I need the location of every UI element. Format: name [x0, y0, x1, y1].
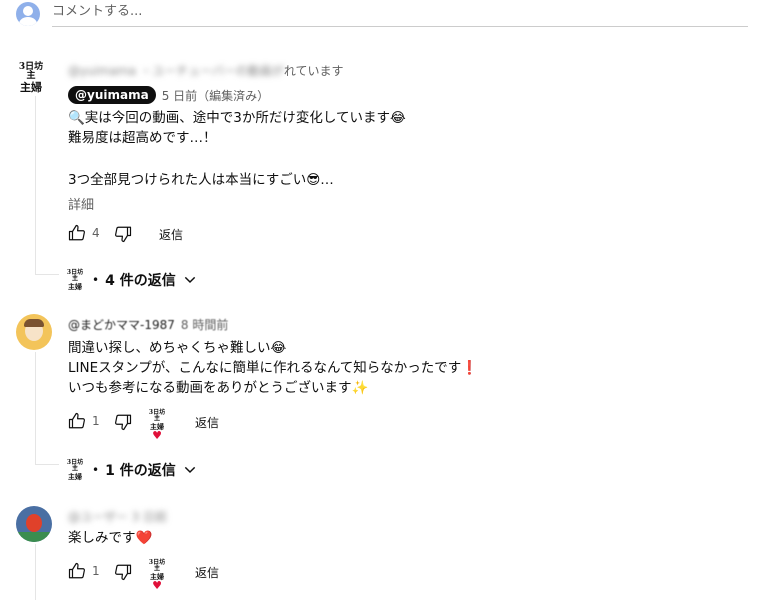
- thread-line: [35, 352, 36, 464]
- user-avatar: [16, 2, 40, 26]
- chevron-down-icon: [184, 276, 195, 284]
- reply-button[interactable]: 返信: [195, 414, 219, 431]
- comment-text-line: 難易度は超高めです…！: [68, 130, 217, 146]
- thumb-up-icon: [68, 412, 85, 429]
- reply-button[interactable]: 返信: [195, 564, 219, 581]
- thumb-down-icon: [115, 414, 132, 431]
- like-count: 4: [92, 226, 100, 240]
- thumb-down-icon: [115, 226, 132, 243]
- dislike-button[interactable]: [114, 563, 132, 581]
- like-count: 1: [92, 564, 100, 578]
- comment-time[interactable]: 8 時間前: [181, 316, 228, 333]
- author-handle[interactable]: @yuimama: [68, 86, 156, 104]
- creator-heart-badge: 3日坊主 主婦♥: [148, 559, 166, 592]
- like-button[interactable]: [68, 224, 86, 242]
- thumb-up-icon: [68, 224, 85, 241]
- comment-text-line: 3つ全部見つけられた人は本当にすごい😎…: [68, 172, 334, 188]
- comment-text-line: LINEスタンプが、こんなに簡単に作れるなんて知らなかったです❗: [68, 360, 479, 376]
- thumb-down-icon: [115, 564, 132, 581]
- heart-icon: ♥: [152, 428, 162, 442]
- comment-text-line: 🔍実は今回の動画、途中で3か所だけ変化しています😂: [68, 110, 406, 126]
- commenter-avatar[interactable]: [16, 314, 52, 350]
- comment-time[interactable]: 5 日前（編集済み）: [162, 87, 269, 104]
- comment-text-line: いつも参考になる動画をありがとうございます✨: [68, 380, 369, 396]
- heart-icon: ♥: [152, 578, 162, 592]
- obscured-author[interactable]: @ユーザー 3 日前: [68, 508, 167, 525]
- like-count: 1: [92, 414, 100, 428]
- creator-avatar-small: 3日坊主 主婦: [66, 459, 84, 481]
- obscured-author: @yuimama ・ユーチューバーの動画が: [68, 64, 284, 78]
- creator-heart-badge: 3日坊主 主婦♥: [148, 409, 166, 442]
- comment-text-line: 楽しみです❤️: [68, 530, 153, 546]
- view-replies-button[interactable]: 3日坊主 主婦 • 4 件の返信: [64, 269, 198, 291]
- like-button[interactable]: [68, 412, 86, 430]
- comment-author-row: @yuimama 5 日前（編集済み）: [68, 86, 269, 104]
- thread-branch: [35, 464, 59, 465]
- commenter-avatar[interactable]: [16, 506, 52, 542]
- chevron-down-icon: [184, 466, 195, 474]
- dislike-button[interactable]: [114, 225, 132, 243]
- comment-author-row: @まどかママ-1987 8 時間前: [68, 316, 228, 333]
- author-name[interactable]: @まどかママ-1987: [68, 316, 175, 333]
- read-more-link[interactable]: 詳細: [68, 194, 94, 213]
- like-button[interactable]: [68, 562, 86, 580]
- thread-branch: [35, 274, 59, 275]
- replies-count: 4 件の返信: [105, 273, 176, 289]
- replies-count: 1 件の返信: [105, 463, 176, 479]
- reply-button[interactable]: 返信: [159, 226, 183, 243]
- comment-input[interactable]: コメントする...: [52, 2, 748, 27]
- view-replies-button[interactable]: 3日坊主 主婦 • 1 件の返信: [64, 459, 198, 481]
- creator-avatar[interactable]: 3日坊主 主婦: [16, 62, 46, 93]
- comment-header: @yuimama ・ユーチューバーの動画がれています: [68, 64, 344, 78]
- thumb-up-icon: [68, 562, 85, 579]
- dislike-button[interactable]: [114, 413, 132, 431]
- creator-avatar-small: 3日坊主 主婦: [66, 269, 84, 291]
- thread-line: [35, 96, 36, 274]
- thread-line: [35, 544, 36, 600]
- comment-text-line: 間違い探し、めちゃくちゃ難しい😂: [68, 340, 287, 356]
